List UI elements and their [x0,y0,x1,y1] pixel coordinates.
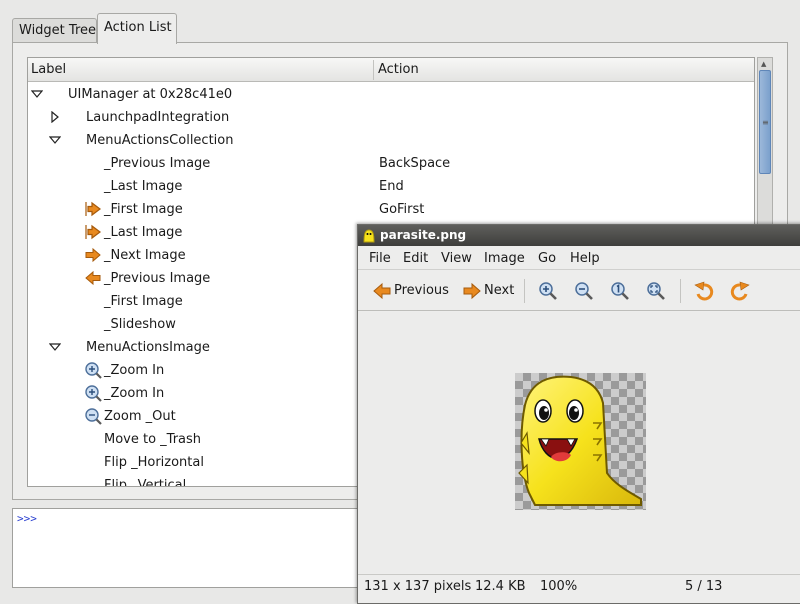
tree-row[interactable]: MenuActionsCollection [28,129,754,152]
tree-row[interactable]: _Previous Image BackSpace [28,152,754,175]
go-first-icon [85,201,101,217]
rotate-left-icon [694,281,714,301]
tab-widget-tree[interactable]: Widget Tree [12,18,97,43]
menu-image[interactable]: Image [484,251,525,266]
zoom-in-icon [85,362,102,379]
zoom-fit-button[interactable] [646,277,668,305]
console-prompt: >>> [17,512,37,525]
scroll-up-arrow-icon[interactable]: ▲ [761,60,766,68]
row-action: End [379,179,404,194]
rotate-right-icon [730,281,750,301]
zoom-fit-icon [647,282,665,300]
row-label: _Next Image [104,248,186,263]
tab-action-list[interactable]: Action List [97,13,177,44]
column-header-label[interactable]: Label [31,62,66,77]
file-size: 12.4 KB [475,579,526,594]
next-button[interactable]: Next [462,277,518,305]
row-label: LaunchpadIntegration [86,110,230,125]
zoom-out-button[interactable] [574,277,596,305]
go-next-icon [85,247,101,263]
zoom-in-icon [539,282,557,300]
zoom-in-icon [85,385,102,402]
menu-view[interactable]: View [441,251,472,266]
window-titlebar[interactable]: parasite.png [358,225,800,246]
tree-row[interactable]: _Last Image End [28,175,754,198]
tree-row[interactable]: LaunchpadIntegration [28,106,754,129]
image-view[interactable] [358,312,800,573]
row-label: _First Image [104,202,183,217]
row-label: _First Image [104,294,183,309]
row-label: _Previous Image [104,156,211,171]
menu-edit[interactable]: Edit [403,251,428,266]
zoom-original-icon [611,282,629,300]
expander-expanded-icon[interactable] [49,134,61,146]
tree-header: Label Action [28,58,754,82]
expander-expanded-icon[interactable] [49,341,61,353]
rotate-right-button[interactable] [730,277,752,305]
row-label: UIManager at 0x28c41e0 [68,87,233,102]
rotate-left-button[interactable] [694,277,716,305]
app-icon [363,229,375,243]
menu-help[interactable]: Help [570,251,600,266]
expander-collapsed-icon[interactable] [49,111,61,123]
row-label: _Last Image [104,179,183,194]
window-title: parasite.png [380,228,467,242]
row-label: Zoom _Out [104,409,176,424]
zoom-out-icon [575,282,593,300]
previous-button-label: Previous [394,283,449,298]
row-label: _Zoom In [104,363,165,378]
row-label: MenuActionsCollection [86,133,234,148]
row-label: _Slideshow [104,317,176,332]
go-previous-icon [85,270,101,286]
image-viewer-window: parasite.png File Edit View Image Go Hel… [357,224,800,604]
row-label: Flip _Horizontal [104,455,204,470]
go-previous-icon [373,282,391,300]
column-divider[interactable] [373,60,374,80]
menubar: File Edit View Image Go Help [358,246,800,270]
statusbar: 131 x 137 pixels 12.4 KB 100% 5 / 13 [358,574,800,598]
go-last-icon [85,224,101,240]
zoom-level: 100% [540,579,578,594]
row-label: Flip _Vertical [104,478,187,487]
previous-button[interactable]: Previous [372,277,452,305]
zoom-normal-button[interactable] [610,277,632,305]
scroll-grip-icon: ≡ [762,118,769,127]
go-next-icon [463,282,481,300]
row-label: Move to _Trash [104,432,202,447]
row-label: _Last Image [104,225,183,240]
expander-expanded-icon[interactable] [31,88,43,100]
tree-row[interactable]: UIManager at 0x28c41e0 [28,83,754,106]
menu-go[interactable]: Go [538,251,556,266]
column-header-action[interactable]: Action [378,62,419,77]
toolbar: Previous Next [358,271,800,311]
tree-row[interactable]: _First Image GoFirst [28,198,754,221]
zoom-in-button[interactable] [538,277,560,305]
image-dimensions: 131 x 137 pixels [364,579,472,594]
row-label: MenuActionsImage [86,340,210,355]
row-action: BackSpace [379,156,451,171]
toolbar-separator [524,279,525,303]
image-position: 5 / 13 [685,579,723,594]
next-button-label: Next [484,283,515,298]
row-label: _Previous Image [104,271,211,286]
row-label: _Zoom In [104,386,165,401]
row-action: GoFirst [379,202,425,217]
menu-file[interactable]: File [369,251,391,266]
zoom-out-icon [85,408,102,425]
toolbar-separator [680,279,681,303]
parasite-image [515,373,646,510]
